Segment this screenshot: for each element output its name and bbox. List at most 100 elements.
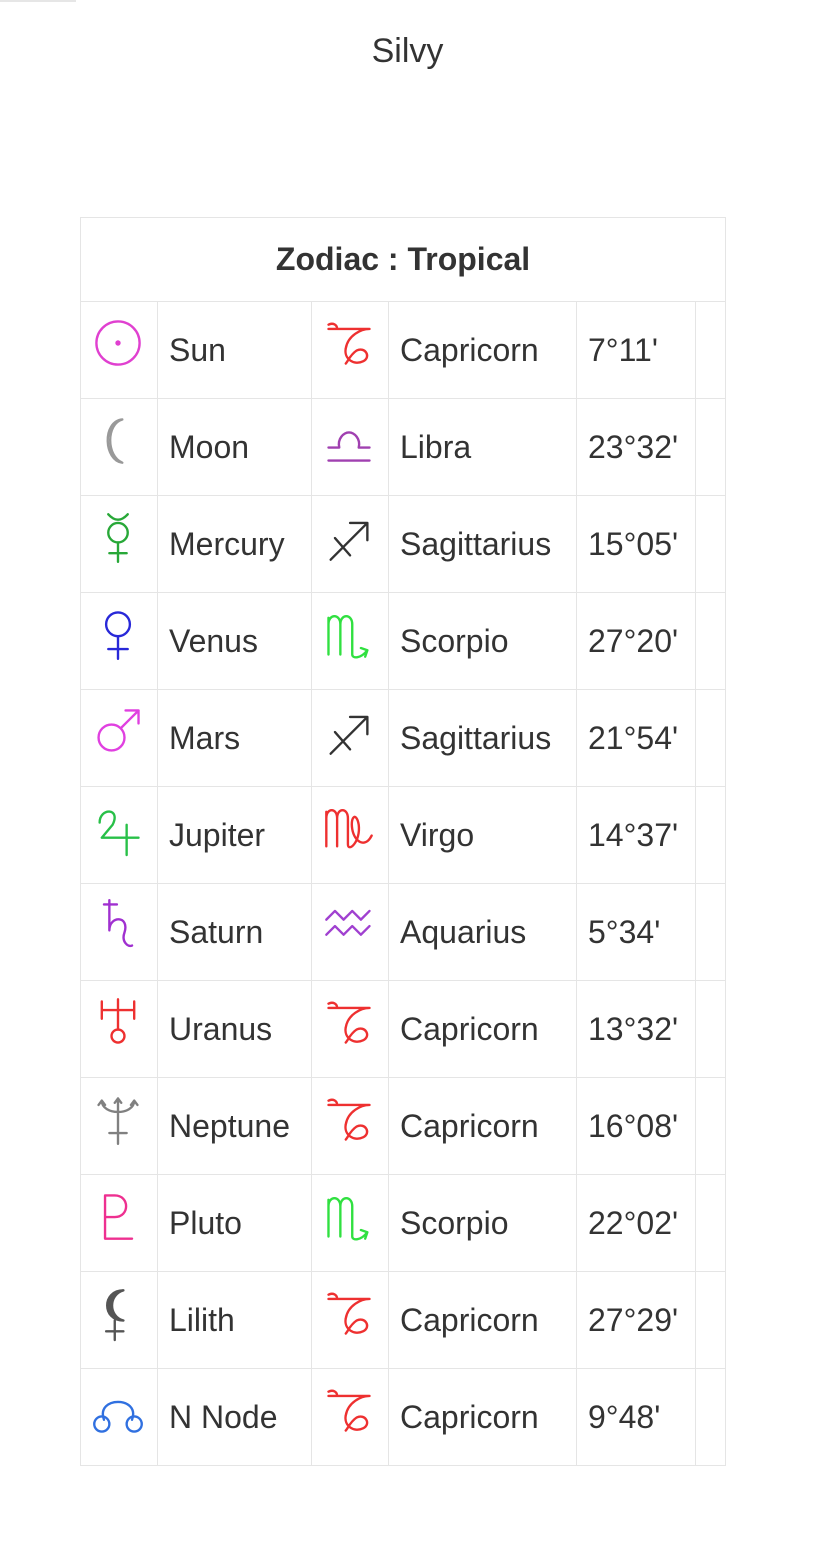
table-row: Venus Scorpio 27°20' bbox=[80, 592, 727, 690]
planet-icon-cell bbox=[80, 1368, 158, 1466]
planet-icon-cell bbox=[80, 689, 158, 787]
capricorn-icon bbox=[327, 1389, 371, 1432]
moon-icon bbox=[106, 418, 124, 464]
planet-name: Moon bbox=[157, 398, 312, 496]
planet-name: Jupiter bbox=[157, 786, 312, 884]
planet-icon-cell bbox=[80, 592, 158, 690]
sign-name: Virgo bbox=[388, 786, 577, 884]
saturn-icon bbox=[102, 898, 134, 948]
empty-cell bbox=[694, 1174, 727, 1272]
capricorn-icon bbox=[327, 1292, 371, 1335]
sign-name: Capricorn bbox=[388, 301, 577, 399]
table-header-row: Zodiac : Tropical bbox=[79, 217, 727, 302]
empty-cell bbox=[694, 689, 727, 787]
planet-icon-cell bbox=[80, 398, 158, 496]
planet-icon-cell bbox=[80, 1271, 158, 1369]
sign-icon-cell bbox=[311, 689, 389, 787]
sign-name: Scorpio bbox=[388, 592, 577, 690]
sign-icon-cell bbox=[311, 301, 389, 399]
neptune-icon bbox=[97, 1097, 139, 1146]
planet-icon-cell bbox=[80, 301, 158, 399]
degree-value: 5°34' bbox=[576, 883, 696, 981]
sign-name: Aquarius bbox=[388, 883, 577, 981]
sign-icon-cell bbox=[311, 398, 389, 496]
sign-name: Capricorn bbox=[388, 1077, 577, 1175]
empty-cell bbox=[694, 786, 727, 884]
sign-icon-cell bbox=[311, 592, 389, 690]
sun-icon bbox=[95, 320, 141, 366]
pluto-icon bbox=[103, 1194, 134, 1240]
sign-icon-cell bbox=[311, 1368, 389, 1466]
mars-icon bbox=[97, 709, 140, 752]
table-row: Saturn Aquarius 5°34' bbox=[80, 883, 727, 981]
table-row: Lilith Capricorn 27°29' bbox=[80, 1271, 727, 1369]
degree-value: 21°54' bbox=[576, 689, 696, 787]
capricorn-icon bbox=[327, 1098, 371, 1141]
mercury-icon bbox=[107, 513, 129, 564]
planet-name: Pluto bbox=[157, 1174, 312, 1272]
sign-name: Libra bbox=[388, 398, 577, 496]
empty-cell bbox=[694, 1368, 727, 1466]
degree-value: 22°02' bbox=[576, 1174, 696, 1272]
planet-name: Mercury bbox=[157, 495, 312, 593]
empty-cell bbox=[694, 495, 727, 593]
sagittarius-icon bbox=[329, 715, 369, 755]
virgo-icon bbox=[325, 809, 373, 849]
degree-value: 7°11' bbox=[576, 301, 696, 399]
planet-icon-cell bbox=[80, 495, 158, 593]
sign-name: Capricorn bbox=[388, 980, 577, 1078]
planet-name: Saturn bbox=[157, 883, 312, 981]
table-row: N Node Capricorn 9°48' bbox=[80, 1368, 727, 1466]
planet-icon-cell bbox=[80, 980, 158, 1078]
zodiac-header: Zodiac : Tropical bbox=[79, 217, 727, 302]
sagittarius-icon bbox=[329, 521, 369, 561]
empty-cell bbox=[694, 592, 727, 690]
sign-icon-cell bbox=[311, 1077, 389, 1175]
table-row: Sun Capricorn 7°11' bbox=[80, 301, 727, 399]
planet-name: Sun bbox=[157, 301, 312, 399]
empty-cell bbox=[694, 301, 727, 399]
uranus-icon bbox=[100, 998, 136, 1044]
aquarius-icon bbox=[325, 909, 371, 936]
empty-cell bbox=[694, 1271, 727, 1369]
sign-name: Sagittarius bbox=[388, 689, 577, 787]
degree-value: 14°37' bbox=[576, 786, 696, 884]
north-node-icon bbox=[93, 1400, 143, 1433]
capricorn-icon bbox=[327, 322, 371, 365]
sign-icon-cell bbox=[311, 1174, 389, 1272]
planet-icon-cell bbox=[80, 1174, 158, 1272]
scorpio-icon bbox=[327, 615, 369, 659]
degree-value: 15°05' bbox=[576, 495, 696, 593]
planet-name: N Node bbox=[157, 1368, 312, 1466]
planet-name: Lilith bbox=[157, 1271, 312, 1369]
sign-name: Capricorn bbox=[388, 1271, 577, 1369]
table-row: Jupiter Virgo 14°37' bbox=[80, 786, 727, 884]
planet-name: Neptune bbox=[157, 1077, 312, 1175]
sign-icon-cell bbox=[311, 883, 389, 981]
capricorn-icon bbox=[327, 1001, 371, 1044]
sign-icon-cell bbox=[311, 980, 389, 1078]
top-left-divider bbox=[0, 0, 76, 2]
table-row: Mercury Sagittarius 15°05' bbox=[80, 495, 727, 593]
sign-name: Scorpio bbox=[388, 1174, 577, 1272]
planet-name: Venus bbox=[157, 592, 312, 690]
degree-value: 27°20' bbox=[576, 592, 696, 690]
planet-icon-cell bbox=[80, 1077, 158, 1175]
planet-name: Uranus bbox=[157, 980, 312, 1078]
degree-value: 9°48' bbox=[576, 1368, 696, 1466]
empty-cell bbox=[694, 883, 727, 981]
page-title: Silvy bbox=[371, 32, 444, 70]
table-row: Uranus Capricorn 13°32' bbox=[80, 980, 727, 1078]
venus-icon bbox=[104, 611, 132, 661]
table-row: Mars Sagittarius 21°54' bbox=[80, 689, 727, 787]
empty-cell bbox=[694, 980, 727, 1078]
sign-icon-cell bbox=[311, 495, 389, 593]
table-row: Moon Libra 23°32' bbox=[80, 398, 727, 496]
empty-cell bbox=[694, 398, 727, 496]
scorpio-icon bbox=[327, 1197, 369, 1241]
planet-name: Mars bbox=[157, 689, 312, 787]
lilith-icon bbox=[104, 1289, 125, 1342]
sign-name: Capricorn bbox=[388, 1368, 577, 1466]
sign-icon-cell bbox=[311, 1271, 389, 1369]
degree-value: 16°08' bbox=[576, 1077, 696, 1175]
